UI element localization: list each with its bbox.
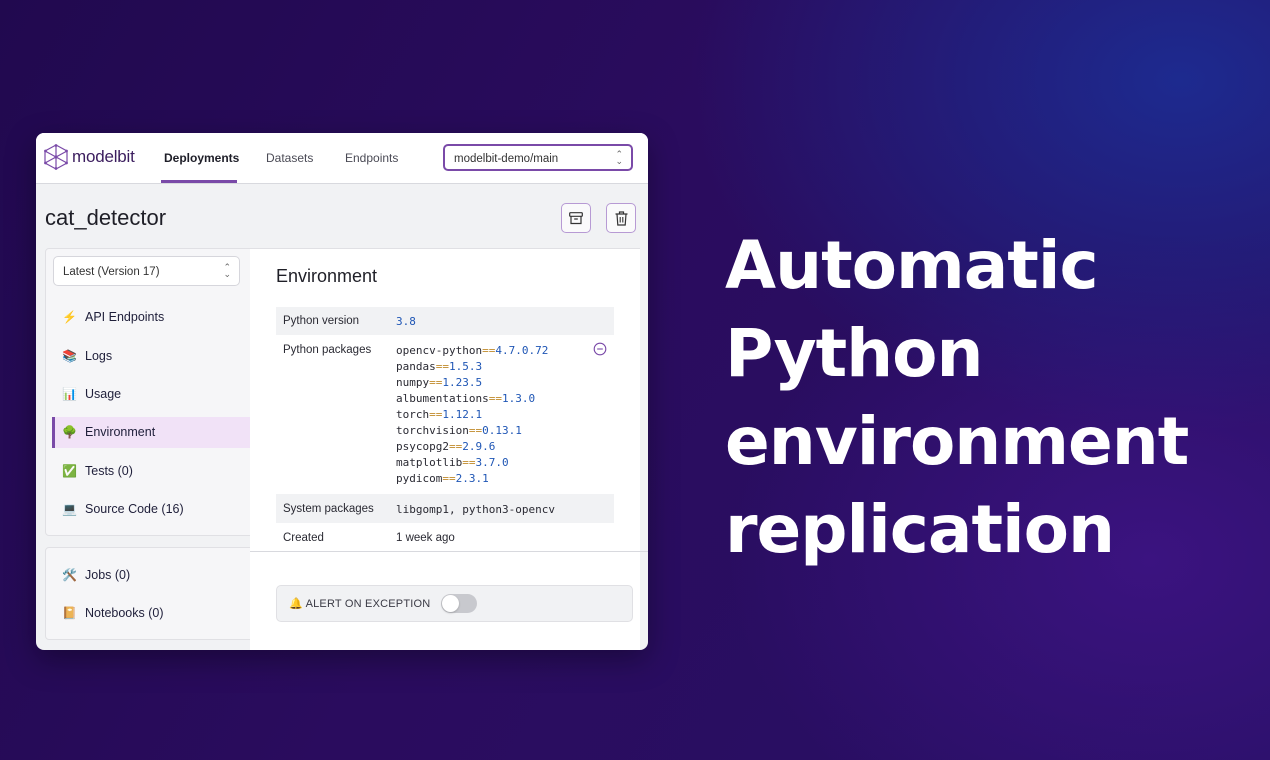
page-title: cat_detector: [45, 205, 167, 230]
sidebar-item-label: Logs: [85, 349, 113, 363]
version-select[interactable]: Latest (Version 17) ⌃ ⌄: [53, 256, 240, 286]
python-version-value: 3.8: [396, 315, 416, 328]
tools-icon: 🛠️: [62, 568, 77, 582]
headline-line: Python: [725, 315, 983, 392]
sidebar-item-label: Tests (0): [85, 464, 133, 478]
delete-button[interactable]: [606, 203, 636, 233]
sidebar-item-usage[interactable]: 📊 Usage: [52, 379, 251, 410]
system-packages-value: libgomp1, python3-opencv: [396, 503, 555, 516]
package-item: torch==1.12.1: [396, 408, 483, 421]
section-title: Environment: [276, 266, 378, 286]
sidebar-item-label: Environment: [85, 425, 156, 439]
sidebar: Latest (Version 17) ⌃ ⌄ ⚡ API Endpoints 📚 L…: [45, 248, 252, 536]
notebook-icon: 📔: [62, 606, 77, 620]
alert-on-exception-toggle[interactable]: [441, 594, 477, 613]
environment-panel: Environment Python version 3.8 Python pa…: [250, 248, 648, 650]
collapse-minus-icon[interactable]: [593, 342, 607, 356]
project-select-value: modelbit-demo/main: [454, 153, 559, 165]
created-value: 1 week ago: [396, 532, 455, 544]
headline: Automatic Python environment replication: [725, 222, 1245, 574]
system-packages-row: System packages libgomp1, python3-opencv: [276, 494, 614, 523]
tab-deployments[interactable]: Deployments: [164, 151, 239, 165]
sidebar-item-label: Notebooks (0): [85, 606, 164, 620]
headline-line: Automatic: [725, 227, 1099, 304]
archive-icon: [569, 211, 583, 224]
package-item: numpy==1.23.5: [396, 376, 483, 389]
version-select-value: Latest (Version 17): [63, 266, 160, 278]
top-nav-bar: modelbit Deployments Datasets Endpoints …: [36, 133, 648, 184]
package-item: albumentations==1.3.0: [396, 392, 536, 405]
project-branch-select[interactable]: modelbit-demo/main ⌃ ⌄: [443, 144, 633, 171]
created-label: Created: [283, 532, 324, 544]
sidebar-item-source-code[interactable]: 💻 Source Code (16): [52, 494, 251, 525]
sidebar-item-label: Source Code (16): [85, 502, 184, 516]
package-item: pydicom==2.3.1: [396, 472, 489, 485]
sidebar-item-notebooks[interactable]: 📔 Notebooks (0): [52, 598, 251, 629]
sidebar-item-tests[interactable]: ✅ Tests (0): [52, 456, 251, 487]
package-item: torchvision==0.13.1: [396, 424, 522, 437]
app-window: modelbit Deployments Datasets Endpoints …: [36, 133, 648, 650]
sidebar-item-label: Usage: [85, 387, 122, 401]
sidebar-item-environment[interactable]: 🌳 Environment: [52, 417, 251, 448]
logo[interactable]: modelbit: [44, 144, 135, 170]
bell-icon: 🔔: [289, 598, 303, 610]
alert-on-exception-label: 🔔 ALERT ON EXCEPTION: [289, 598, 431, 610]
sidebar-item-api-endpoints[interactable]: ⚡ API Endpoints: [52, 302, 251, 333]
sidebar-item-jobs[interactable]: 🛠️ Jobs (0): [52, 560, 251, 591]
python-packages-row: Python packages opencv-python==4.7.0.72 …: [276, 335, 614, 494]
bar-chart-icon: 📊: [62, 387, 77, 401]
package-item: psycopg2==2.9.6: [396, 440, 496, 453]
tab-datasets[interactable]: Datasets: [266, 151, 313, 165]
toggle-knob: [442, 595, 459, 612]
package-list: opencv-python==4.7.0.72 pandas==1.5.3 nu…: [396, 343, 548, 487]
archive-button[interactable]: [561, 203, 591, 233]
package-item: opencv-python==4.7.0.72: [396, 344, 549, 357]
sidebar-item-logs[interactable]: 📚 Logs: [52, 341, 251, 372]
laptop-icon: 💻: [62, 502, 77, 516]
tree-icon: 🌳: [62, 425, 77, 439]
check-mark-icon: ✅: [62, 464, 77, 478]
chevron-up-down-icon: ⌃ ⌄: [223, 262, 231, 279]
lightning-icon: ⚡: [62, 310, 77, 324]
python-version-label: Python version: [283, 315, 360, 327]
system-packages-label: System packages: [283, 503, 374, 515]
package-item: matplotlib==3.7.0: [396, 456, 509, 469]
created-row: Created 1 week ago: [276, 523, 614, 551]
python-packages-label: Python packages: [283, 344, 372, 356]
modelbit-logo-icon: [44, 144, 68, 170]
trash-icon: [615, 210, 627, 226]
sidebar-item-label: API Endpoints: [85, 310, 165, 324]
chevron-up-down-icon: ⌃ ⌄: [615, 149, 623, 166]
books-icon: 📚: [62, 349, 77, 363]
active-tab-indicator: [161, 180, 237, 183]
headline-line: replication: [725, 491, 1115, 568]
divider: [250, 551, 648, 552]
alert-on-exception-box: 🔔 ALERT ON EXCEPTION: [276, 585, 633, 622]
logo-text: modelbit: [72, 147, 135, 166]
sidebar-secondary: 🛠️ Jobs (0) 📔 Notebooks (0): [45, 547, 252, 640]
sidebar-item-label: Jobs (0): [85, 568, 131, 582]
headline-line: environment: [725, 403, 1189, 480]
tab-endpoints[interactable]: Endpoints: [345, 151, 398, 165]
package-item: pandas==1.5.3: [396, 360, 483, 373]
python-version-row: Python version 3.8: [276, 307, 614, 335]
